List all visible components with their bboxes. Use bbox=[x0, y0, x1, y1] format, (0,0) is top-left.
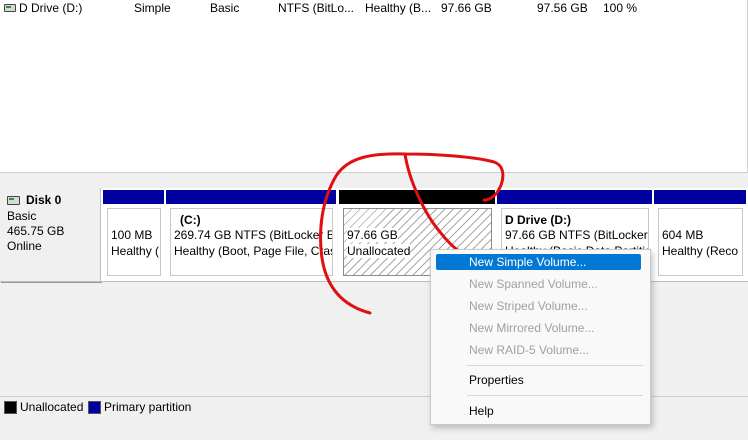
volume-layout: Simple bbox=[134, 1, 171, 15]
volume-row-d-drive[interactable]: D Drive (D:) Simple Basic NTFS (BitLo...… bbox=[0, 0, 748, 17]
volume-percent-free: 100 % bbox=[603, 1, 638, 15]
partition-size: 269.74 GB NTFS (BitLocker Enc bbox=[174, 228, 333, 242]
menu-item-label: New RAID-5 Volume... bbox=[469, 343, 590, 357]
partition-size: 97.66 GB bbox=[347, 228, 398, 242]
disk-icon bbox=[7, 196, 20, 205]
partition-label: D Drive (D:) bbox=[505, 213, 572, 227]
legend-unallocated: Unallocated bbox=[20, 400, 84, 414]
menu-new-striped-volume[interactable]: New Striped Volume... bbox=[436, 298, 641, 314]
partition-label: (C:) bbox=[180, 213, 201, 227]
partition-bar bbox=[497, 190, 652, 204]
legend-swatch-unallocated bbox=[4, 401, 17, 414]
volume-free-space: 97.56 GB bbox=[537, 1, 588, 15]
disk-type: Basic bbox=[7, 209, 37, 223]
disk-size: 465.75 GB bbox=[7, 224, 65, 238]
partition-recovery[interactable]: 604 MB Healthy (Reco bbox=[654, 190, 746, 279]
partition-size: 604 MB bbox=[662, 228, 704, 242]
partition-status: Healthy (Boot, Page File, Cras bbox=[174, 244, 333, 258]
menu-item-label: Help bbox=[469, 404, 494, 418]
menu-new-simple-volume[interactable]: New Simple Volume... bbox=[436, 254, 641, 270]
legend-primary: Primary partition bbox=[104, 400, 192, 414]
partition-body: 100 MB Healthy ( bbox=[107, 208, 161, 276]
partition-bar bbox=[166, 190, 336, 204]
partition-body: (C:) 269.74 GB NTFS (BitLocker Enc Healt… bbox=[170, 208, 333, 276]
partition-bar bbox=[339, 190, 495, 204]
menu-item-label: New Mirrored Volume... bbox=[469, 321, 595, 335]
menu-item-label: Properties bbox=[469, 373, 524, 387]
menu-item-label: New Striped Volume... bbox=[469, 299, 588, 313]
volume-status: Healthy (B... bbox=[365, 1, 432, 15]
partition-bar bbox=[654, 190, 746, 204]
menu-properties[interactable]: Properties bbox=[436, 372, 641, 388]
menu-new-raid5-volume[interactable]: New RAID-5 Volume... bbox=[436, 342, 641, 358]
volume-name: D Drive (D:) bbox=[19, 1, 83, 15]
disk-name: Disk 0 bbox=[26, 193, 62, 207]
disk-state: Online bbox=[7, 239, 42, 253]
drive-icon bbox=[4, 4, 16, 12]
menu-help[interactable]: Help bbox=[436, 403, 641, 419]
menu-new-mirrored-volume[interactable]: New Mirrored Volume... bbox=[436, 320, 641, 336]
legend-swatch-primary bbox=[88, 401, 101, 414]
partition-body: 604 MB Healthy (Reco bbox=[658, 208, 743, 276]
partition-efi[interactable]: 100 MB Healthy ( bbox=[103, 190, 164, 279]
volume-list: D Drive (D:) Simple Basic NTFS (BitLo...… bbox=[0, 0, 748, 173]
partition-size: 100 MB bbox=[111, 228, 153, 242]
menu-item-label: New Spanned Volume... bbox=[469, 277, 598, 291]
partition-status: Unallocated bbox=[347, 244, 411, 258]
partition-status: Healthy (Reco bbox=[662, 244, 739, 258]
disk-0-info[interactable]: Disk 0 Basic 465.75 GB Online bbox=[0, 188, 101, 282]
menu-item-label: New Simple Volume... bbox=[469, 255, 587, 269]
volume-file-system: NTFS (BitLo... bbox=[278, 1, 355, 15]
partition-status: Healthy ( bbox=[111, 244, 160, 258]
volume-type: Basic bbox=[210, 1, 240, 15]
partition-size: 97.66 GB NTFS (BitLocker En bbox=[505, 228, 648, 242]
menu-new-spanned-volume[interactable]: New Spanned Volume... bbox=[436, 276, 641, 292]
volume-capacity: 97.66 GB bbox=[441, 1, 492, 15]
partition-bar bbox=[103, 190, 164, 204]
context-menu: New Simple Volume... New Spanned Volume.… bbox=[430, 249, 651, 425]
menu-separator bbox=[467, 365, 643, 366]
menu-separator bbox=[467, 395, 643, 396]
partition-c[interactable]: (C:) 269.74 GB NTFS (BitLocker Enc Healt… bbox=[166, 190, 336, 279]
